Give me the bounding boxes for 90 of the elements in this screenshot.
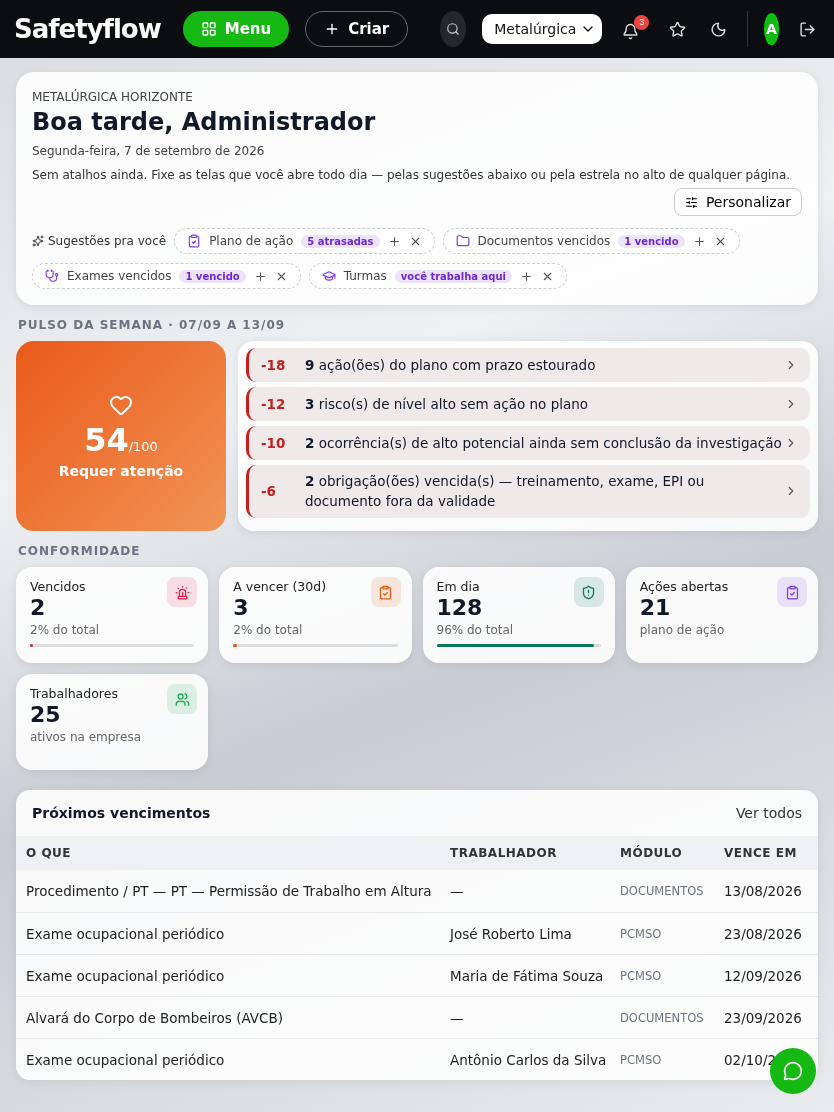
- issue-row[interactable]: -6 2 obrigação(ões) vencida(s) — treinamento, exame, EPI ou documento fora da validade: [246, 465, 810, 518]
- score-status: Requer atenção: [58, 463, 184, 479]
- greeting: Boa tarde, Administrador: [32, 108, 377, 136]
- clipboard-icon: [187, 234, 202, 248]
- plus-icon: [387, 234, 401, 248]
- search-icon: [446, 22, 461, 36]
- stat-label: Em dia: [436, 579, 481, 594]
- graduation-cap-icon: [321, 269, 336, 283]
- notifications-button[interactable]: 3: [618, 14, 650, 44]
- table-cell-text: DOCUMENTOS: [619, 883, 705, 900]
- issue-row[interactable]: -10 2 ocorrência(s) de alto potencial ainda sem conclusão da investigação: [246, 426, 810, 460]
- stat-label: Trabalhadores: [30, 686, 119, 701]
- table-cell: Exame ocupacional periódico: [16, 912, 440, 954]
- count-badge: 1 vencido: [179, 269, 246, 283]
- hint-text: Sem atalhos ainda. Fixe as telas que você abre todo dia — pelas sugestões abaixo ou pela estrela no alto de qualquer página.: [32, 168, 792, 182]
- section-title: CONFORMIDADE: [18, 544, 142, 558]
- sparkles-icon: [32, 235, 44, 247]
- stat-value: 3: [233, 595, 250, 620]
- stat-note: 2% do total: [30, 623, 101, 637]
- table-cell: Maria de Fátima Souza: [440, 954, 610, 996]
- date-text: Segunda-feira, 7 de setembro de 2026: [32, 144, 266, 158]
- stat-value: 25: [30, 702, 62, 727]
- company-name: METALÚRGICA HORIZONTE: [32, 90, 194, 104]
- stat-value: 21: [639, 595, 672, 620]
- column-header: MÓDULO: [610, 836, 714, 870]
- table-cell-text: —: [449, 882, 465, 901]
- issue-row[interactable]: -12 3 risco(s) de nível alto sem ação no plano: [246, 387, 810, 421]
- table-cell: Alvará do Corpo de Bombeiros (AVCB): [16, 996, 440, 1038]
- suggestion-chip[interactable]: Turmas você trabalha aqui: [308, 263, 567, 289]
- count-badge: 1 vencido: [618, 234, 685, 248]
- table-cell: PCMSO: [610, 912, 714, 954]
- table-cell: José Roberto Lima: [440, 912, 610, 954]
- table-title: Próximos vencimentos: [32, 805, 211, 821]
- chat-icon: [783, 1061, 803, 1081]
- plus-icon: [520, 269, 533, 283]
- stat-value: 2: [30, 595, 47, 620]
- table-cell: DOCUMENTOS: [610, 996, 714, 1038]
- stat-note: ativos na empresa: [30, 730, 143, 744]
- table-cell: 23/09/2026: [714, 996, 818, 1038]
- suggestion-chip[interactable]: Exames vencidos 1 vencido: [32, 263, 301, 289]
- table-cell: 23/08/2026: [714, 912, 818, 954]
- view-all-link[interactable]: Ver todos: [735, 805, 802, 821]
- add-button[interactable]: [692, 234, 706, 248]
- star-icon: [669, 20, 687, 38]
- grid-icon: [200, 21, 217, 37]
- stat-label: A vencer (30d): [233, 579, 328, 594]
- moon-icon: [710, 20, 728, 38]
- company-select[interactable]: Metalúrgica: [482, 14, 603, 44]
- score-max: /100: [128, 439, 158, 454]
- count-badge: 5 atrasadas: [301, 234, 380, 248]
- heart-icon: [109, 393, 133, 417]
- stethoscope-icon: [45, 269, 59, 283]
- suggestion-chip[interactable]: Documentos vencidos 1 vencido: [442, 228, 740, 254]
- column-header: VENCE EM: [714, 836, 818, 870]
- stat-value: 128: [436, 595, 484, 620]
- table-cell-text: Procedimento / PT — PT — Permissão de Trabalho em Altura: [25, 882, 433, 901]
- add-button[interactable]: [520, 269, 533, 283]
- table-cell: Antônio Carlos da Silva: [440, 1038, 610, 1080]
- score-value: 54: [84, 421, 129, 459]
- table-cell: —: [440, 996, 610, 1038]
- table-cell: PCMSO: [610, 1038, 714, 1080]
- sliders-icon: [684, 195, 698, 209]
- stat-label: Vencidos: [30, 579, 87, 594]
- notification-badge: 3: [634, 14, 650, 30]
- search-button[interactable]: [440, 11, 467, 47]
- stat-note: 2% do total: [233, 623, 304, 637]
- stat-label: Ações abertas: [639, 579, 730, 594]
- logout-icon: [799, 20, 816, 38]
- column-header: TRABALHADOR: [440, 836, 610, 870]
- issue-row[interactable]: -18 9 ação(ões) do plano com prazo estourado: [246, 348, 810, 382]
- section-title: PULSO DA SEMANA · 07/09 A 13/09: [18, 318, 287, 332]
- suggestion-chip[interactable]: Plano de ação 5 atrasadas: [174, 228, 435, 254]
- plus-icon: [253, 269, 267, 283]
- logo[interactable]: Safetyflow: [14, 14, 161, 44]
- column-header: O QUE: [16, 836, 440, 870]
- table-cell: Exame ocupacional periódico: [16, 954, 440, 996]
- table-cell: Exame ocupacional periódico: [16, 1038, 440, 1080]
- plus-icon: [692, 234, 706, 248]
- folder-icon: [455, 234, 470, 248]
- table-cell: 12/09/2026: [714, 954, 818, 996]
- count-badge: você trabalha aqui: [394, 269, 512, 283]
- bell-icon: [622, 22, 640, 40]
- table-cell: PCMSO: [610, 954, 714, 996]
- customize-button[interactable]: Personalizar: [673, 188, 802, 216]
- stat-note: plano de ação: [639, 623, 726, 637]
- suggestions-label: Sugestões pra você: [32, 234, 167, 248]
- add-button[interactable]: [387, 234, 401, 248]
- table-cell-text: 13/08/2026: [723, 882, 803, 901]
- add-button[interactable]: [253, 269, 267, 283]
- stat-note: 96% do total: [436, 623, 515, 637]
